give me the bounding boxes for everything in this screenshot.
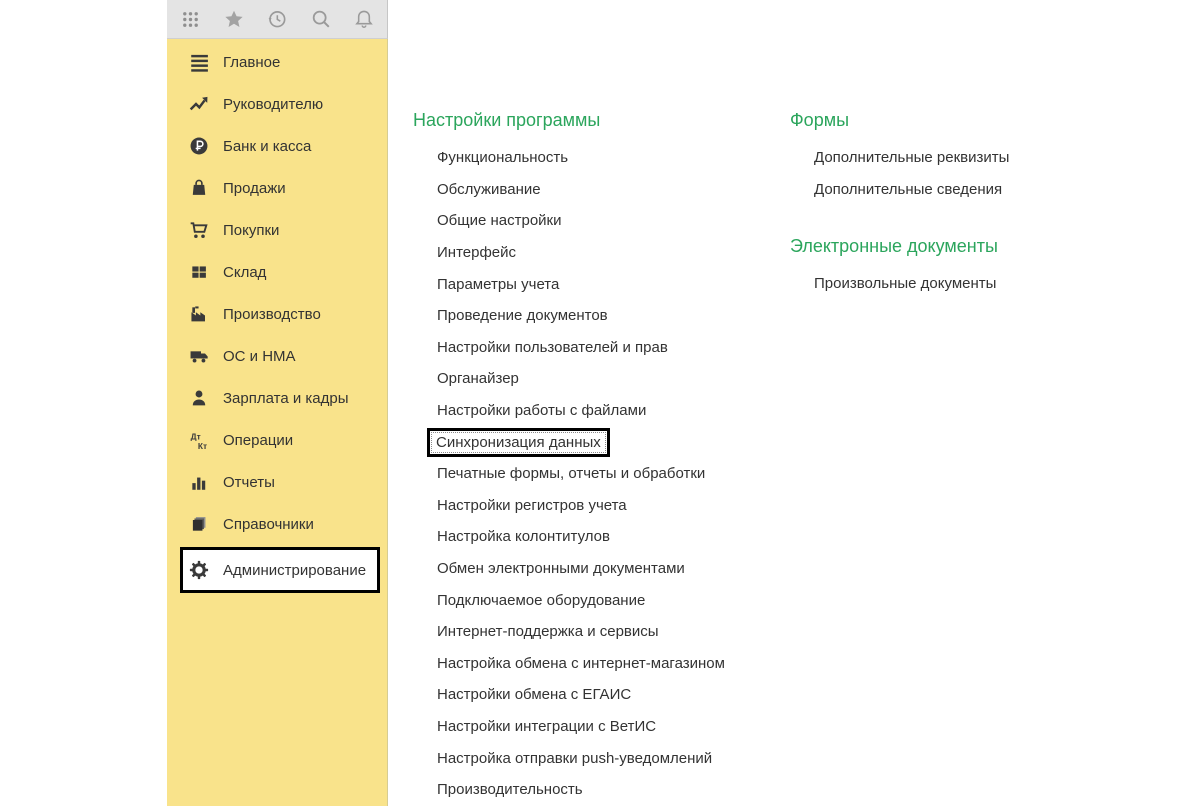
ruble-icon (189, 136, 209, 156)
sidebar-item-proizvodstvo[interactable]: Производство (167, 293, 387, 335)
factory-icon (189, 304, 209, 324)
app-window: Главное Руководителю Банк и касса Продаж… (0, 0, 1200, 806)
sidebar-item-label: Производство (223, 305, 321, 323)
sidebar-item-label: Склад (223, 263, 267, 281)
forms-link[interactable]: Дополнительные реквизиты (814, 142, 1090, 174)
forms-links: Дополнительные реквизиты Дополнительные … (790, 142, 1090, 205)
settings-link[interactable]: Настройка обмена с интернет-магазином (437, 648, 793, 680)
sidebar-item-label: ОС и НМА (223, 347, 296, 365)
settings-link[interactable]: Подключаемое оборудование (437, 584, 793, 616)
settings-link[interactable]: Интерфейс (437, 237, 793, 269)
right-column: Формы Дополнительные реквизиты Дополните… (790, 107, 1090, 300)
quick-access-toolbar (167, 0, 388, 39)
section-title-program-settings: Настройки программы (413, 110, 601, 130)
sidebar-item-label: Справочники (223, 515, 314, 533)
sidebar-item-administrirovanie[interactable]: Администрирование (180, 547, 380, 593)
settings-link[interactable]: Настройки регистров учета (437, 490, 793, 522)
settings-link[interactable]: Настройка колонтитулов (437, 521, 793, 553)
section-program-settings: Настройки программы Функциональность Обс… (413, 107, 793, 805)
settings-link[interactable]: Синхронизация данных (427, 426, 793, 458)
settings-link[interactable]: Настройки работы с файлами (437, 395, 793, 427)
sidebar-item-label: Администрирование (223, 561, 367, 579)
settings-link[interactable]: Обслуживание (437, 174, 793, 206)
sidebar-item-label: Покупки (223, 221, 280, 239)
settings-link[interactable]: Производительность (437, 774, 793, 806)
sidebar-item-label: Руководителю (223, 95, 324, 113)
sidebar-item-label: Главное (223, 53, 281, 71)
section-nav: Главное Руководителю Банк и касса Продаж… (167, 39, 388, 806)
sidebar-item-pokupki[interactable]: Покупки (167, 209, 387, 251)
sidebar-item-sklad[interactable]: Склад (167, 251, 387, 293)
program-settings-links: Функциональность Обслуживание Общие наст… (413, 142, 793, 805)
section-title-forms: Формы (790, 110, 850, 130)
sidebar-item-bank-i-kassa[interactable]: Банк и касса (167, 125, 387, 167)
menu-icon (189, 52, 209, 72)
settings-link[interactable]: Интернет-поддержка и сервисы (437, 616, 793, 648)
settings-link[interactable]: Проведение документов (437, 300, 793, 332)
sidebar-item-label: Отчеты (223, 473, 275, 491)
grid-icon (189, 262, 209, 282)
settings-link[interactable]: Настройки пользователей и прав (437, 332, 793, 364)
chart-icon (189, 472, 209, 492)
gear-icon (189, 560, 209, 580)
sidebar-item-zarplata-i-kadry[interactable]: Зарплата и кадры (167, 377, 387, 419)
apps-grid-icon[interactable] (179, 8, 201, 30)
settings-link[interactable]: Настройки обмена с ЕГАИС (437, 679, 793, 711)
sidebar-item-rukovoditelyu[interactable]: Руководителю (167, 83, 387, 125)
search-icon[interactable] (310, 8, 332, 30)
sidebar: Главное Руководителю Банк и касса Продаж… (167, 0, 388, 806)
settings-link[interactable]: Настройка отправки push-уведомлений (437, 742, 793, 774)
trend-icon (189, 94, 209, 114)
sidebar-item-glavnoe[interactable]: Главное (167, 41, 387, 83)
bag-icon (189, 178, 209, 198)
favorites-star-icon[interactable] (223, 8, 245, 30)
electronic-documents-links: Произвольные документы (790, 268, 1090, 300)
sidebar-item-os-i-nma[interactable]: ОС и НМА (167, 335, 387, 377)
settings-link[interactable]: Параметры учета (437, 268, 793, 300)
settings-link[interactable]: Настройки интеграции с ВетИС (437, 711, 793, 743)
settings-link[interactable]: Общие настройки (437, 205, 793, 237)
svg-text:Кт: Кт (198, 441, 207, 450)
settings-link[interactable]: Органайзер (437, 363, 793, 395)
history-clock-icon[interactable] (266, 8, 288, 30)
sidebar-item-label: Банк и касса (223, 137, 312, 155)
dtkt-icon: Дт Кт (189, 430, 209, 450)
sidebar-item-operacii[interactable]: Дт Кт Операции (167, 419, 387, 461)
sidebar-item-otchety[interactable]: Отчеты (167, 461, 387, 503)
forms-link[interactable]: Дополнительные сведения (814, 174, 1090, 206)
person-icon (189, 388, 209, 408)
sidebar-item-spravochniki[interactable]: Справочники (167, 503, 387, 545)
settings-link[interactable]: Функциональность (437, 142, 793, 174)
section-title-electronic-documents: Электронные документы (790, 236, 998, 257)
sidebar-item-label: Зарплата и кадры (223, 389, 349, 407)
sidebar-item-prodazhi[interactable]: Продажи (167, 167, 387, 209)
sidebar-item-label: Операции (223, 431, 294, 449)
settings-link[interactable]: Печатные формы, отчеты и обработки (437, 458, 793, 490)
settings-link[interactable]: Обмен электронными документами (437, 553, 793, 585)
cart-icon (189, 220, 209, 240)
notifications-bell-icon[interactable] (353, 8, 375, 30)
sidebar-item-label: Продажи (223, 179, 286, 197)
books-icon (189, 514, 209, 534)
truck-icon (189, 346, 209, 366)
edocs-link[interactable]: Произвольные документы (814, 268, 1090, 300)
